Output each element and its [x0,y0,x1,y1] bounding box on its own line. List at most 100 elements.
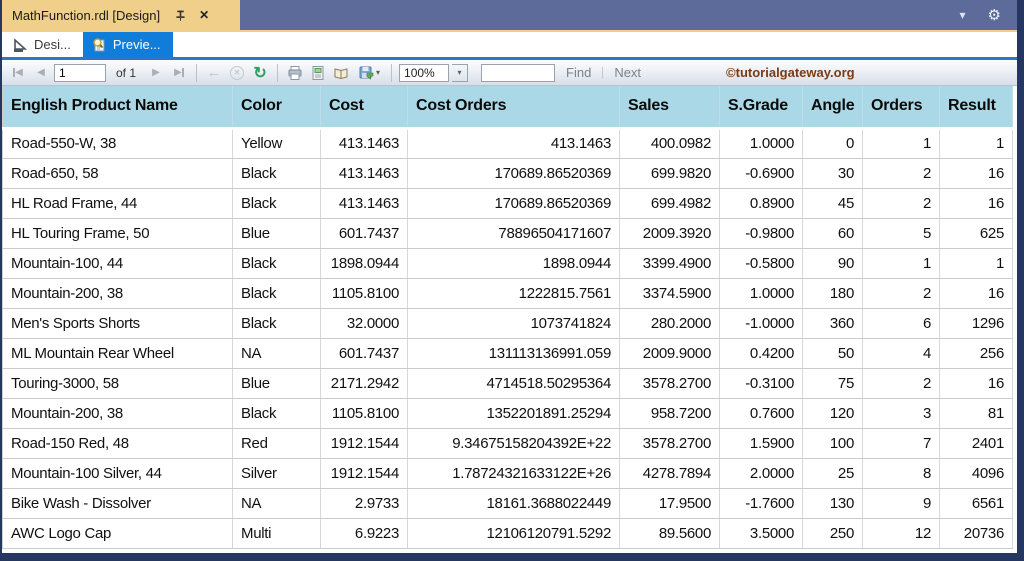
table-cell: 60 [802,217,863,249]
next-page-button[interactable]: ▶ [146,63,166,83]
table-cell: 9.34675158204392E+22 [407,427,620,459]
table-cell: 30 [802,157,863,189]
view-tab-strip: Desi... Previe... [2,32,1017,57]
table-cell: Touring-3000, 58 [2,367,233,399]
table-row: Mountain-200, 38 Black 1105.8100 1352201891… [2,397,1013,429]
table-cell: 1912.1544 [320,457,408,489]
next-button[interactable]: Next [606,65,649,80]
page-number-input[interactable] [54,63,106,82]
table-row: Road-150 Red, 48 Red 1912.1544 9.3467515820… [2,427,1013,459]
page-count-label: of 1 [116,65,137,80]
close-icon[interactable]: ✕ [199,8,209,22]
back-button[interactable]: ← [204,63,224,83]
table-cell: Mountain-200, 38 [2,277,233,309]
print-button[interactable] [285,63,305,83]
table-cell: 170689.86520369 [407,157,620,189]
table-cell: 78896504171607 [407,217,620,249]
column-header: Cost Orders [407,86,620,130]
report-preview-area: English Product Name Color Cost Cost Orders… [2,86,1017,553]
table-row: ML Mountain Rear Wheel NA 601.7437 13111313… [2,337,1013,369]
table-cell: 3 [862,397,940,429]
table-cell: 0.4200 [719,337,803,369]
table-cell: 1.78724321633122E+26 [407,457,620,489]
column-header: English Product Name [2,86,233,130]
table-cell: 625 [939,217,1013,249]
table-cell: AWC Logo Cap [2,517,233,549]
table-cell: 400.0982 [619,127,720,159]
table-cell: -1.7600 [719,487,803,519]
table-cell: 413.1463 [320,187,408,219]
table-cell: 1352201891.25294 [407,397,620,429]
export-dropdown-arrow: ▾ [376,68,381,77]
table-cell: 131113136991.059 [407,337,620,369]
table-cell: Road-650, 58 [2,157,233,189]
find-text-input[interactable] [481,63,556,82]
watermark-text: ©tutorialgateway.org [726,65,855,80]
table-cell: Multi [232,517,321,549]
table-cell: 2 [862,277,940,309]
chevron-down-icon[interactable]: ▾ [960,8,966,22]
first-page-button[interactable]: ◀ [8,63,28,83]
table-cell: 256 [939,337,1013,369]
report-viewer-toolbar: ◀ ◀ of 1 ▶ ▶ ← ✕ ↻ ▾ 100% ▾ Find Next ©t… [2,60,1017,86]
table-cell: 16 [939,187,1013,219]
table-cell: 50 [802,337,863,369]
table-cell: 4096 [939,457,1013,489]
table-cell: 1.5900 [719,427,803,459]
document-tab[interactable]: MathFunction.rdl [Design] ✕ [2,0,240,30]
find-button[interactable]: Find [558,65,599,80]
table-cell: Black [232,307,321,339]
export-button[interactable]: ▾ [354,63,384,83]
table-cell: 0.8900 [719,187,803,219]
table-cell: 6.9223 [320,517,408,549]
table-cell: 12106120791.5292 [407,517,620,549]
table-cell: 3578.2700 [619,367,720,399]
table-cell: -0.5800 [719,247,803,279]
table-cell: 1105.8100 [320,397,408,429]
table-cell: Red [232,427,321,459]
table-cell: Silver [232,457,321,489]
gear-icon[interactable]: ⚙ [988,6,1001,24]
table-cell: 3374.5900 [619,277,720,309]
print-layout-button[interactable] [308,63,328,83]
table-cell: 3578.2700 [619,427,720,459]
column-header: Result [939,86,1013,130]
table-row: AWC Logo Cap Multi 6.9223 12106120791.5292 8… [2,517,1013,549]
page-setup-button[interactable] [331,63,351,83]
table-cell: 90 [802,247,863,279]
table-cell: 2.9733 [320,487,408,519]
toolbar-separator [391,63,393,82]
table-cell: 2 [862,367,940,399]
table-cell: Mountain-200, 38 [2,397,233,429]
table-cell: Black [232,157,321,189]
refresh-button[interactable]: ↻ [250,63,270,83]
table-cell: 699.4982 [619,187,720,219]
table-row: Bike Wash - Dissolver NA 2.9733 18161.36880… [2,487,1013,519]
stop-button[interactable]: ✕ [227,63,247,83]
table-cell: 250 [802,517,863,549]
table-cell: 130 [802,487,863,519]
zoom-select[interactable]: 100% [399,63,450,82]
zoom-dropdown-button[interactable]: ▾ [452,63,469,82]
table-cell: -0.6900 [719,157,803,189]
titlebar-right-controls: ▾ ⚙ [960,0,1017,30]
table-cell: 2401 [939,427,1013,459]
table-cell: 4278.7894 [619,457,720,489]
table-cell: Mountain-100 Silver, 44 [2,457,233,489]
table-cell: Black [232,277,321,309]
table-cell: 89.5600 [619,517,720,549]
last-page-button[interactable]: ▶ [169,63,189,83]
tab-preview[interactable]: Previe... [82,32,173,57]
column-header: Cost [320,86,408,130]
table-cell: 1.0000 [719,127,803,159]
table-cell: -0.3100 [719,367,803,399]
table-cell: 17.9500 [619,487,720,519]
previous-page-button[interactable]: ◀ [31,63,51,83]
table-cell: 3399.4900 [619,247,720,279]
tab-design[interactable]: Desi... [4,32,83,57]
table-cell: 2009.3920 [619,217,720,249]
table-cell: 20736 [939,517,1013,549]
table-cell: 7 [862,427,940,459]
table-cell: 699.9820 [619,157,720,189]
pin-icon[interactable] [174,9,187,22]
